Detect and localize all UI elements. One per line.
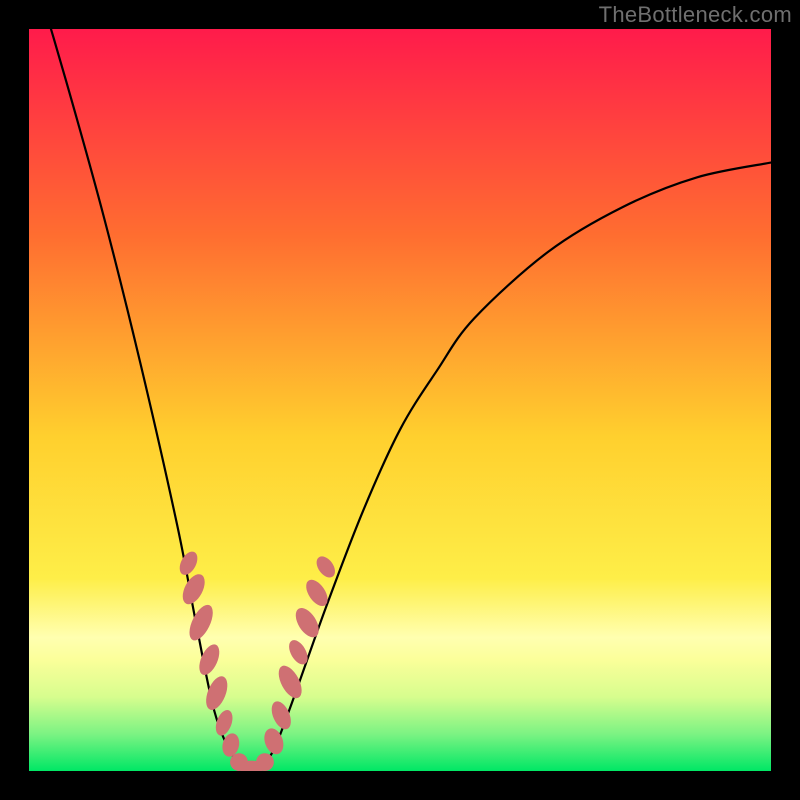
data-blobs [176,549,339,771]
plot-area [29,29,771,771]
chart-svg [29,29,771,771]
watermark-text: TheBottleneck.com [599,2,792,28]
bottleneck-curve [29,29,771,771]
